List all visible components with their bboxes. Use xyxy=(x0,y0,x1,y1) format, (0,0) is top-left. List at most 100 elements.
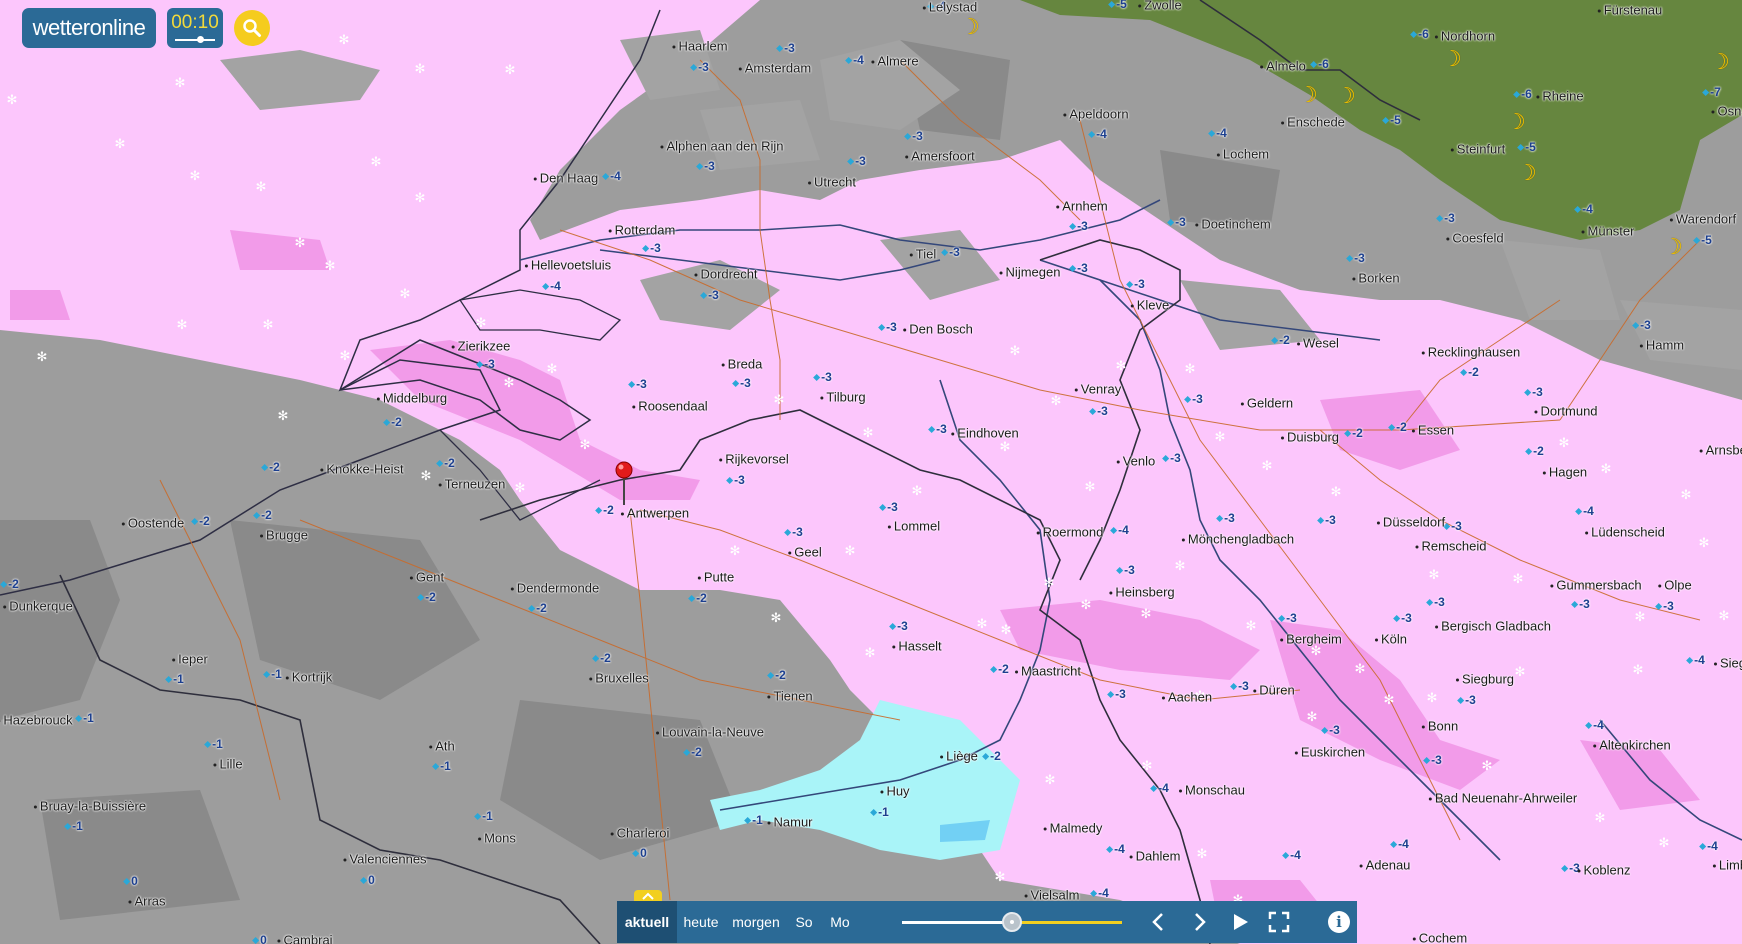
city-label[interactable]: Rotterdam xyxy=(609,223,676,238)
city-label[interactable]: Adenau xyxy=(1360,858,1411,873)
city-label[interactable]: Köln xyxy=(1375,632,1407,647)
city-label[interactable]: Amersfoort xyxy=(905,149,975,164)
weather-radar-map[interactable]: ✻ ✻ ✻ ✻ ✻ ✻ ✻ ✻ ✻ ✻ ✻ ✻ ✻ ✻ ✻ ✻ ✻ ✻ ✻ ✻ ✻ ✻ ✻ ✻ ✻ ✻ ✻ ✻ ✻ ✻ ✻ ✻ ✻ ✻ ✻ ✻ ✻ ✻ ✻ ✻… xyxy=(0,0,1742,944)
city-label[interactable]: Wesel xyxy=(1297,336,1339,351)
city-label[interactable]: Sieg xyxy=(1714,656,1742,671)
city-label[interactable]: Oostende xyxy=(122,516,184,531)
time-display[interactable]: 00:10 xyxy=(167,8,223,48)
city-label[interactable]: Dahlem xyxy=(1130,849,1181,864)
city-label[interactable]: Hasselt xyxy=(892,639,941,654)
city-label[interactable]: Putte xyxy=(698,570,734,585)
city-label[interactable]: Utrecht xyxy=(808,175,856,190)
city-label[interactable]: Rijkevorsel xyxy=(719,452,789,467)
city-label[interactable]: Ath xyxy=(429,739,455,754)
city-label[interactable]: Ieper xyxy=(172,652,208,667)
city-label[interactable]: Warendorf xyxy=(1670,212,1736,227)
city-label[interactable]: Recklinghausen xyxy=(1422,345,1521,360)
city-label[interactable]: Olpe xyxy=(1658,578,1691,593)
city-label[interactable]: Limb xyxy=(1713,858,1742,873)
city-label[interactable]: Bruxelles xyxy=(589,671,648,686)
city-label[interactable]: Steinfurt xyxy=(1451,142,1505,157)
city-label[interactable]: Nijmegen xyxy=(1000,265,1061,280)
city-label[interactable]: Osna xyxy=(1711,104,1742,119)
city-label[interactable]: Charleroi xyxy=(611,826,670,841)
city-label[interactable]: Bruay-la-Buissière xyxy=(34,799,146,814)
city-label[interactable]: Lelystad xyxy=(923,0,977,15)
city-label[interactable]: Den Bosch xyxy=(903,322,973,337)
city-label[interactable]: Lommel xyxy=(888,519,940,534)
city-label[interactable]: Malmedy xyxy=(1044,821,1103,836)
city-label[interactable]: Lüdenscheid xyxy=(1585,525,1665,540)
tab-heute[interactable]: heute xyxy=(677,901,725,943)
city-label[interactable]: Namur xyxy=(767,815,812,830)
city-label[interactable]: Heinsberg xyxy=(1109,585,1174,600)
city-label[interactable]: Brugge xyxy=(260,528,308,543)
city-label[interactable]: Dordrecht xyxy=(694,267,757,282)
search-button[interactable] xyxy=(234,10,270,46)
city-label[interactable]: Monschau xyxy=(1179,783,1245,798)
city-label[interactable]: Bonn xyxy=(1422,719,1458,734)
city-label[interactable]: Zwolle xyxy=(1138,0,1182,13)
city-label[interactable]: Tilburg xyxy=(820,390,865,405)
city-label[interactable]: Bad Neuenahr-Ahrweiler xyxy=(1429,791,1577,806)
city-label[interactable]: Geel xyxy=(788,545,821,560)
tab-so[interactable]: So xyxy=(787,901,821,943)
city-label[interactable]: Amsterdam xyxy=(739,61,811,76)
city-label[interactable]: Euskirchen xyxy=(1295,745,1365,760)
city-label[interactable]: Münster xyxy=(1582,224,1635,239)
city-label[interactable]: Eindhoven xyxy=(951,426,1018,441)
city-label[interactable]: Essen xyxy=(1412,423,1454,438)
city-label[interactable]: Mönchengladbach xyxy=(1182,532,1294,547)
city-label[interactable]: Hazebrouck xyxy=(0,713,72,728)
info-button[interactable]: i xyxy=(1321,901,1357,943)
city-label[interactable]: Doetinchem xyxy=(1195,217,1270,232)
city-label[interactable]: Venlo xyxy=(1117,454,1156,469)
city-label[interactable]: Middelburg xyxy=(377,391,447,406)
wetteronline-logo[interactable]: wetteronline xyxy=(22,8,156,48)
city-label[interactable]: Fürstenau xyxy=(1598,3,1663,18)
city-label[interactable]: Arras xyxy=(128,894,165,909)
city-label[interactable]: Maastricht xyxy=(1015,664,1081,679)
city-label[interactable]: Haarlem xyxy=(672,39,727,54)
next-step-button[interactable] xyxy=(1185,908,1213,936)
city-label[interactable]: Almere xyxy=(871,54,918,69)
timeline-slider-thumb[interactable] xyxy=(1002,912,1022,932)
city-label[interactable]: Nordhorn xyxy=(1435,29,1495,44)
city-label[interactable]: Bergisch Gladbach xyxy=(1435,619,1551,634)
city-label[interactable]: Kleve xyxy=(1131,298,1170,313)
city-label[interactable]: Altenkirchen xyxy=(1593,738,1671,753)
previous-step-button[interactable] xyxy=(1145,908,1173,936)
tab-mo[interactable]: Mo xyxy=(821,901,859,943)
city-label[interactable]: Lille xyxy=(213,757,242,772)
city-label[interactable]: Antwerpen xyxy=(621,506,689,521)
city-label[interactable]: Liège xyxy=(940,749,978,764)
city-label[interactable]: Apeldoorn xyxy=(1063,107,1128,122)
city-label[interactable]: Dortmund xyxy=(1534,404,1597,419)
city-label[interactable]: Bergheim xyxy=(1280,632,1342,647)
city-label[interactable]: Hellevoetsluis xyxy=(525,258,611,273)
fullscreen-icon[interactable] xyxy=(1265,908,1293,936)
city-label[interactable]: Enschede xyxy=(1281,115,1345,130)
city-label[interactable]: Arnsberg xyxy=(1700,443,1742,458)
city-label[interactable]: Roermond xyxy=(1037,525,1104,540)
city-label[interactable]: Coesfeld xyxy=(1446,231,1503,246)
play-icon[interactable] xyxy=(1226,908,1254,936)
city-label[interactable]: Cambrai xyxy=(277,933,332,944)
city-label[interactable]: Breda xyxy=(722,357,763,372)
tab-morgen[interactable]: morgen xyxy=(725,901,787,943)
city-label[interactable]: Gent xyxy=(410,570,444,585)
city-label[interactable]: Venray xyxy=(1075,382,1121,397)
city-label[interactable]: Gummersbach xyxy=(1550,578,1641,593)
city-label[interactable]: Lochem xyxy=(1217,147,1269,162)
city-label[interactable]: Siegburg xyxy=(1456,672,1514,687)
city-label[interactable]: Roosendaal xyxy=(632,399,707,414)
location-pin-icon[interactable] xyxy=(614,461,634,507)
city-label[interactable]: Valenciennes xyxy=(343,852,426,867)
city-label[interactable]: Cochem xyxy=(1413,931,1467,944)
tab-aktuell[interactable]: aktuell xyxy=(617,901,677,943)
city-label[interactable]: Arnhem xyxy=(1056,199,1108,214)
city-label[interactable]: Kortrijk xyxy=(286,670,332,685)
city-label[interactable]: Rheine xyxy=(1536,89,1583,104)
city-label[interactable]: Aachen xyxy=(1162,690,1212,705)
city-label[interactable]: Düren xyxy=(1253,683,1294,698)
